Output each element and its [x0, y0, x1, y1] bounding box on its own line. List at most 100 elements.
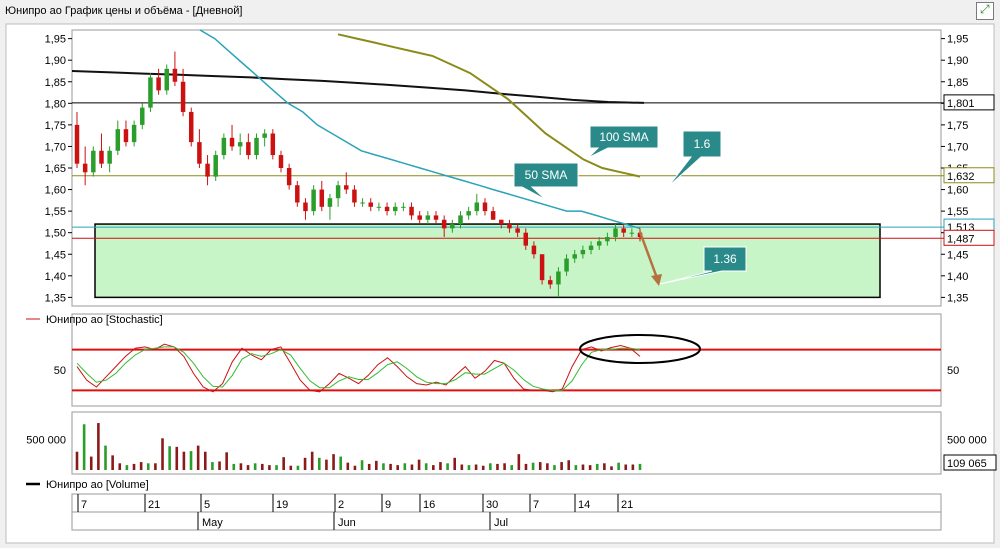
volume-bar: [439, 462, 442, 470]
volume-bar: [581, 464, 585, 470]
candle-body: [368, 202, 373, 207]
volume-bar: [489, 463, 492, 470]
candle-body: [360, 202, 365, 204]
candle-body: [140, 107, 145, 125]
volume-bar: [467, 465, 471, 470]
candle-body: [441, 219, 447, 229]
volume-bar: [253, 463, 257, 470]
stoch-legend-label: Юнипро ао [Stochastic]: [46, 314, 163, 326]
volume-bar: [389, 463, 392, 470]
candle-body: [229, 137, 235, 147]
volume-bar: [218, 461, 221, 470]
price-ytick-label-left: 1,85: [45, 77, 66, 89]
candle-body: [237, 142, 243, 147]
x-day-label: 16: [423, 499, 435, 511]
volume-bar: [510, 465, 514, 470]
volume-legend-label: Юнипро ао [Volume]: [46, 479, 149, 491]
candle-body: [474, 202, 480, 212]
volume-bar: [588, 465, 592, 470]
price-ytick-label-left: 1,35: [45, 292, 66, 304]
candle-body: [180, 81, 186, 112]
volume-bar: [553, 465, 556, 470]
price-ytick-label-right: 1,45: [947, 249, 968, 261]
volume-bar: [189, 451, 193, 470]
volume-bar: [82, 424, 86, 470]
candle-body: [327, 198, 333, 207]
volume-bar: [225, 452, 228, 470]
volume-bar: [289, 465, 293, 470]
candle-body: [433, 215, 439, 220]
candle-body: [401, 206, 406, 208]
price-ytick-label-right: 1,35: [947, 292, 968, 304]
candle-body: [507, 224, 512, 229]
volume-bar: [417, 459, 421, 470]
candle-body: [278, 155, 284, 168]
volume-bar: [239, 463, 243, 470]
volume-bar: [132, 463, 136, 470]
candle-body: [539, 254, 545, 281]
volume-bar: [403, 463, 407, 470]
candle-body: [629, 232, 635, 234]
candle-body: [319, 189, 325, 207]
candle-body: [148, 77, 153, 108]
candle-body: [205, 163, 210, 177]
volume-bar: [310, 451, 314, 470]
price-ytick-label-right: 1,40: [947, 271, 968, 283]
candle-body: [115, 129, 121, 151]
x-day-label: 2: [338, 499, 344, 511]
volume-ytick-label-left: 500 000: [26, 435, 66, 447]
candle-body: [131, 124, 137, 143]
volume-bar: [360, 460, 364, 470]
candle-body: [107, 150, 112, 164]
candle-body: [172, 68, 178, 82]
candle-body: [425, 215, 431, 220]
volume-bar: [567, 460, 571, 470]
level-label: 1,487: [947, 233, 975, 245]
candle-body: [164, 68, 169, 91]
candle-body: [99, 150, 104, 164]
candle-body: [588, 245, 594, 250]
volume-bar: [638, 463, 642, 470]
x-day-label: 9: [385, 499, 391, 511]
candle-body: [376, 206, 382, 208]
volume-bar: [246, 465, 250, 470]
volume-bar: [260, 463, 264, 470]
volume-bar: [375, 460, 378, 470]
candle-body: [262, 133, 267, 138]
x-day-label: 19: [276, 499, 288, 511]
volume-bar: [603, 463, 606, 470]
candle-body: [344, 185, 349, 190]
chart-window: Юнипро ао График цены и объёма - [Дневно…: [0, 0, 1000, 548]
volume-bar: [474, 464, 478, 470]
volume-bar: [111, 455, 114, 470]
volume-bar: [424, 463, 428, 470]
volume-bar: [161, 438, 164, 470]
candle-body: [596, 241, 602, 246]
price-ytick-label-right: 1,90: [947, 55, 968, 67]
x-day-label: 21: [621, 499, 633, 511]
volume-bar: [346, 462, 350, 470]
candle-body: [417, 215, 422, 220]
volume-bar: [453, 457, 457, 470]
x-day-label: 7: [533, 499, 539, 511]
x-month-label: Jul: [494, 517, 508, 529]
volume-bar: [125, 465, 129, 470]
volume-bar: [318, 457, 321, 470]
volume-bar: [303, 457, 307, 470]
volume-bar: [75, 451, 79, 470]
volume-bar: [396, 465, 399, 470]
volume-bar: [410, 464, 414, 470]
candle-body: [450, 224, 455, 229]
callout-1-36-text: 1.36: [713, 252, 737, 266]
x-month-label: Jun: [338, 517, 356, 529]
volume-bar: [175, 446, 179, 470]
volume-bar: [139, 462, 143, 470]
x-day-label: 5: [204, 499, 210, 511]
callout-50-sma-text: 50 SMA: [525, 168, 568, 182]
level-label: 1,632: [947, 171, 975, 183]
volume-bar: [154, 463, 157, 470]
candle-body: [458, 215, 463, 225]
volume-bar: [282, 457, 285, 470]
x-day-label: 21: [148, 499, 160, 511]
candle-body: [605, 237, 610, 242]
